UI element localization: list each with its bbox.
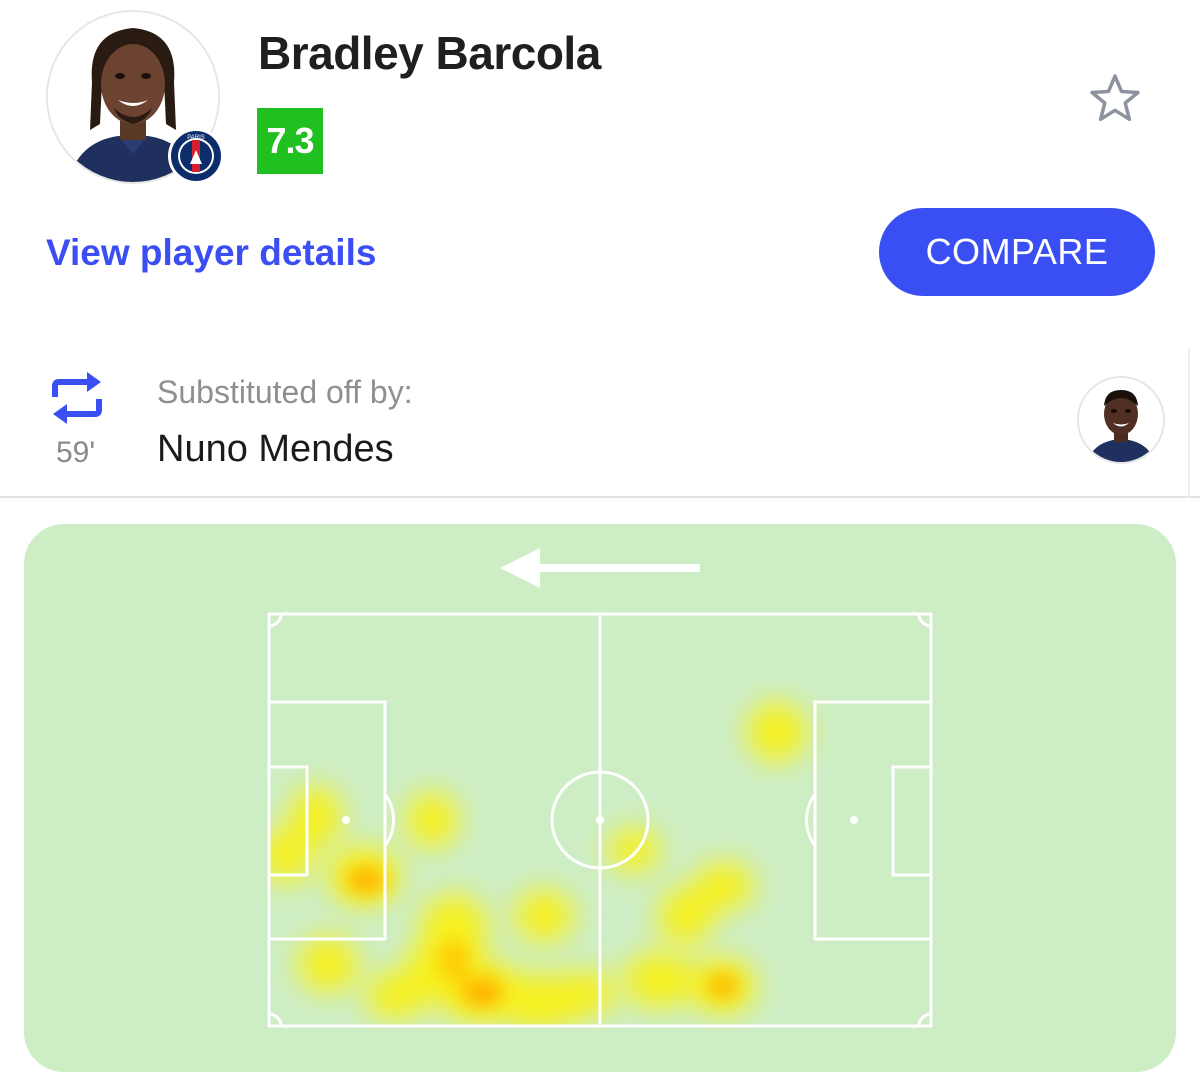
favorite-button[interactable] bbox=[1084, 68, 1146, 130]
player-rating: 7.3 bbox=[257, 108, 323, 174]
player-header: PARIS Bradley Barcola 7.3 View player de… bbox=[0, 0, 1200, 340]
substitution-minute: 59' bbox=[56, 436, 96, 469]
substitution-row: 59' Substituted off by: Nuno Mendes bbox=[0, 348, 1200, 498]
substitute-avatar[interactable] bbox=[1077, 376, 1165, 464]
heatmap-pitch bbox=[267, 548, 933, 1028]
club-badge-text: PARIS bbox=[187, 135, 205, 141]
arrow-left-icon bbox=[500, 548, 700, 588]
star-outline-icon bbox=[1090, 74, 1140, 122]
substitute-player-name[interactable]: Nuno Mendes bbox=[157, 428, 394, 471]
heatmap-card bbox=[24, 524, 1176, 1072]
player-name: Bradley Barcola bbox=[258, 27, 601, 79]
compare-button[interactable]: COMPARE bbox=[879, 208, 1155, 296]
view-player-details-link[interactable]: View player details bbox=[46, 232, 376, 274]
substitution-label: Substituted off by: bbox=[157, 374, 413, 410]
club-badge: PARIS bbox=[168, 128, 224, 184]
heat-zones bbox=[269, 702, 807, 1026]
divider bbox=[1188, 348, 1190, 498]
swap-arrows-icon bbox=[47, 368, 107, 428]
